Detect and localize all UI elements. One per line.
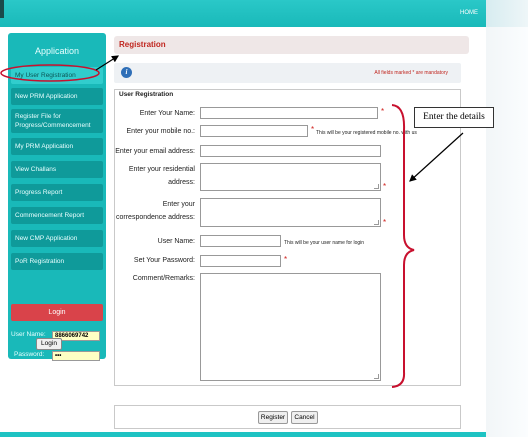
mobile-required-mark: * [311,125,315,134]
top-header-bar: HOME [0,0,486,27]
sidebar-item-progress-report[interactable]: Progress Report [11,184,103,201]
mandatory-note: All fields marked * are mandatory [374,70,448,76]
sidebar-item-register-file[interactable]: Register File for Progress/Commencement [11,109,103,133]
callout-enter-details: Enter the details [414,107,494,128]
form-section-title: User Registration [119,91,174,98]
sidebar-username-label: User Name: [11,331,46,338]
correspondence-required-mark: * [383,218,387,227]
username-label: User Name: [157,238,195,245]
home-link[interactable]: HOME [460,10,478,16]
registration-title: Registration [114,36,469,54]
login-heading: Login [11,304,103,321]
email-label: Enter your email address: [115,148,195,155]
mobile-hint: This will be your registered mobile no. … [316,130,417,136]
sidebar-item-new-prm-application[interactable]: New PRM Application [11,88,103,105]
sidebar-password-label: Password: [14,351,45,358]
email-input[interactable] [200,145,381,157]
user-registration-form: User Registration Enter Your Name: * Ent… [114,89,461,386]
window-corner [0,0,4,18]
sidebar: Application My User Registration New PRM… [8,33,106,361]
info-bar: i All fields marked * are mandatory [114,63,461,83]
sidebar-item-my-user-registration[interactable]: My User Registration [11,67,103,84]
password-required-mark: * [284,255,288,264]
sidebar-item-por-registration[interactable]: PoR Registration [11,253,103,270]
name-label: Enter Your Name: [139,110,195,117]
sidebar-item-my-prm-application[interactable]: My PRM Application [11,138,103,155]
residential-required-mark: * [383,182,387,191]
form-button-panel: Register Cancel [114,405,461,429]
register-button[interactable]: Register [258,411,288,424]
cancel-button[interactable]: Cancel [291,411,318,424]
mobile-label: Enter your mobile no.: [126,128,195,135]
password-label: Set Your Password: [133,257,195,264]
name-required-mark: * [381,107,385,116]
password-input[interactable] [200,255,281,267]
name-input[interactable] [200,107,378,119]
sidebar-item-view-challans[interactable]: View Challans [11,161,103,178]
page-edge-decoration [486,0,528,437]
sidebar-password-input[interactable]: ••• [52,351,100,361]
username-hint: This will be your user name for login [284,240,365,246]
sidebar-item-new-cmp-application[interactable]: New CMP Application [11,230,103,247]
residential-label-line2: address: [168,179,195,186]
sidebar-login-button[interactable]: Login [36,338,62,350]
correspondence-address-textarea[interactable] [200,198,381,227]
residential-address-textarea[interactable] [200,163,381,191]
info-icon: i [121,67,132,78]
sidebar-item-commencement-report[interactable]: Commencement Report [11,207,103,224]
username-input[interactable] [200,235,281,247]
correspondence-label-line1: Enter your [162,201,195,208]
sidebar-title: Application [34,46,80,56]
bottom-bar [0,432,486,437]
correspondence-label-line2: correspondence address: [116,214,195,221]
residential-label-line1: Enter your residential [128,166,195,173]
comment-textarea[interactable] [200,273,381,381]
comment-label: Comment/Remarks: [132,275,195,282]
mobile-input[interactable] [200,125,308,137]
